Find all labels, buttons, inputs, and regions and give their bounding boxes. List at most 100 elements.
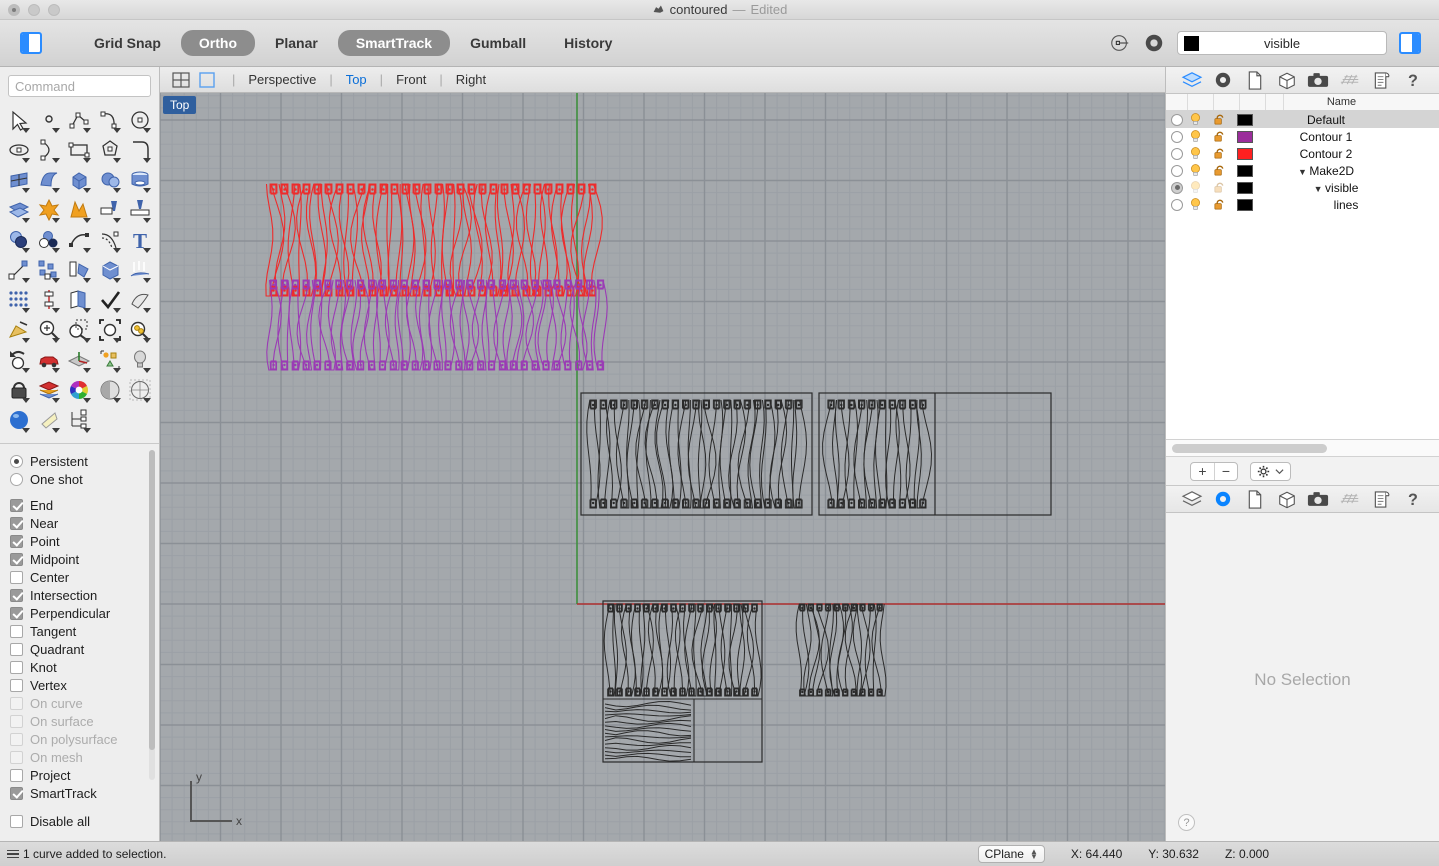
- notes-icon[interactable]: [1369, 69, 1395, 91]
- layer-color-swatch[interactable]: [1237, 147, 1253, 160]
- history-button[interactable]: History: [546, 30, 630, 56]
- add-remove-layer-group[interactable]: + −: [1190, 461, 1238, 481]
- split-icon[interactable]: [125, 195, 155, 225]
- flyout-triangle-icon[interactable]: [22, 398, 31, 403]
- rectangle-icon[interactable]: [64, 135, 94, 165]
- checkbox-icon[interactable]: [10, 786, 23, 800]
- color-wheel-icon[interactable]: [64, 375, 94, 405]
- checkbox-icon[interactable]: [10, 498, 23, 512]
- single-view-layout-icon[interactable]: [196, 71, 218, 89]
- layer-row-default[interactable]: Default: [1166, 111, 1439, 128]
- flyout-triangle-icon[interactable]: [22, 128, 31, 133]
- flyout-triangle-icon[interactable]: [22, 338, 31, 343]
- checkbox-icon[interactable]: [10, 570, 23, 584]
- flyout-triangle-icon[interactable]: [82, 188, 91, 193]
- record-history-icon[interactable]: [1143, 32, 1165, 54]
- flyout-triangle-icon[interactable]: [82, 158, 91, 163]
- flyout-triangle-icon[interactable]: [112, 338, 121, 343]
- cplane-icon[interactable]: [64, 345, 94, 375]
- layer-row-visible[interactable]: ▼ visible: [1166, 179, 1439, 196]
- flyout-triangle-icon[interactable]: [143, 398, 151, 403]
- flyout-triangle-icon[interactable]: [82, 368, 91, 373]
- flyout-triangle-icon[interactable]: [52, 248, 61, 253]
- flyout-triangle-icon[interactable]: [112, 128, 121, 133]
- zoom-extents-icon[interactable]: [95, 315, 125, 345]
- flyout-triangle-icon[interactable]: [82, 398, 91, 403]
- flyout-triangle-icon[interactable]: [112, 278, 121, 283]
- flyout-triangle-icon[interactable]: [112, 218, 121, 223]
- osnap-option-perpendicular[interactable]: Perpendicular: [10, 604, 159, 622]
- fillet-icon[interactable]: [125, 135, 155, 165]
- osnap-option-end[interactable]: End: [10, 496, 159, 514]
- trim-icon[interactable]: [95, 195, 125, 225]
- box-icon[interactable]: [64, 165, 94, 195]
- right-panel-toggle-button[interactable]: [1399, 32, 1421, 54]
- current-layer-radio[interactable]: [1171, 198, 1183, 211]
- layers-icon[interactable]: [1179, 488, 1205, 510]
- text-icon[interactable]: T: [125, 225, 155, 255]
- lock-icon[interactable]: [1207, 147, 1231, 160]
- car-icon[interactable]: [34, 345, 64, 375]
- current-layer-radio[interactable]: [1171, 164, 1183, 177]
- page-icon[interactable]: [1242, 488, 1268, 510]
- ellipse-icon[interactable]: [4, 135, 34, 165]
- layer-row-contour-1[interactable]: Contour 1: [1166, 128, 1439, 145]
- osnap-option-center[interactable]: Center: [10, 568, 159, 586]
- undo-view-icon[interactable]: [4, 345, 34, 375]
- ghosted-sphere-icon[interactable]: [125, 375, 155, 405]
- mesh-icon[interactable]: [4, 195, 34, 225]
- flyout-triangle-icon[interactable]: [143, 368, 151, 373]
- checkbox-icon[interactable]: [10, 624, 23, 638]
- arc-icon[interactable]: [34, 135, 64, 165]
- cylinder-icon[interactable]: [125, 165, 155, 195]
- flyout-triangle-icon[interactable]: [52, 128, 61, 133]
- layer-row-lines[interactable]: lines: [1166, 196, 1439, 213]
- boolean-union-icon[interactable]: [4, 225, 34, 255]
- light-bulb-icon[interactable]: [1183, 113, 1207, 126]
- lock-icon[interactable]: [1207, 181, 1231, 194]
- radio-icon[interactable]: [10, 454, 23, 468]
- osnap-option-point[interactable]: Point: [10, 532, 159, 550]
- osnap-oneshot-radio[interactable]: One shot: [10, 470, 159, 488]
- flyout-triangle-icon[interactable]: [143, 338, 151, 343]
- flyout-triangle-icon[interactable]: [22, 248, 31, 253]
- tab-top[interactable]: Top: [343, 72, 370, 87]
- flyout-triangle-icon[interactable]: [22, 218, 31, 223]
- flyout-triangle-icon[interactable]: [143, 308, 151, 313]
- light-icon[interactable]: [125, 345, 155, 375]
- light-bulb-icon[interactable]: [1183, 130, 1207, 143]
- osnap-option-smarttrack[interactable]: SmartTrack: [10, 784, 159, 802]
- osnap-persistent-radio[interactable]: Persistent: [10, 452, 159, 470]
- osnap-option-quadrant[interactable]: Quadrant: [10, 640, 159, 658]
- page-icon[interactable]: [1242, 69, 1268, 91]
- shaded-sphere-icon[interactable]: [95, 375, 125, 405]
- checkbox-icon[interactable]: [10, 534, 23, 548]
- properties-icon[interactable]: [1210, 69, 1236, 91]
- layer-color-swatch[interactable]: [1237, 198, 1253, 211]
- book-icon[interactable]: [64, 285, 94, 315]
- tab-perspective[interactable]: Perspective: [245, 72, 319, 87]
- osnap-option-tangent[interactable]: Tangent: [10, 622, 159, 640]
- tab-right[interactable]: Right: [453, 72, 489, 87]
- flyout-triangle-icon[interactable]: [22, 278, 31, 283]
- circle-icon[interactable]: [125, 105, 155, 135]
- check-icon[interactable]: [95, 285, 125, 315]
- flyout-triangle-icon[interactable]: [143, 128, 151, 133]
- flyout-triangle-icon[interactable]: [82, 248, 91, 253]
- cursor-icon[interactable]: [4, 105, 34, 135]
- properties-icon[interactable]: [1210, 488, 1236, 510]
- flyout-triangle-icon[interactable]: [143, 278, 151, 283]
- checkbox-icon[interactable]: [10, 768, 23, 782]
- osnap-option-near[interactable]: Near: [10, 514, 159, 532]
- camera-icon[interactable]: [1305, 488, 1331, 510]
- blend-curve-icon[interactable]: [64, 225, 94, 255]
- osnap-indicator-icon[interactable]: [1109, 32, 1131, 54]
- extrude-icon[interactable]: [125, 255, 155, 285]
- layers-icon[interactable]: [1179, 69, 1205, 91]
- paint-icon[interactable]: [4, 315, 34, 345]
- named-selection-icon[interactable]: [95, 345, 125, 375]
- layer-list[interactable]: Default Contour 1 Contour 2 ▼ Make2D ▼ visib…: [1166, 111, 1439, 440]
- flyout-triangle-icon[interactable]: [22, 368, 31, 373]
- osnap-option-midpoint[interactable]: Midpoint: [10, 550, 159, 568]
- gumball-button[interactable]: Gumball: [452, 30, 544, 56]
